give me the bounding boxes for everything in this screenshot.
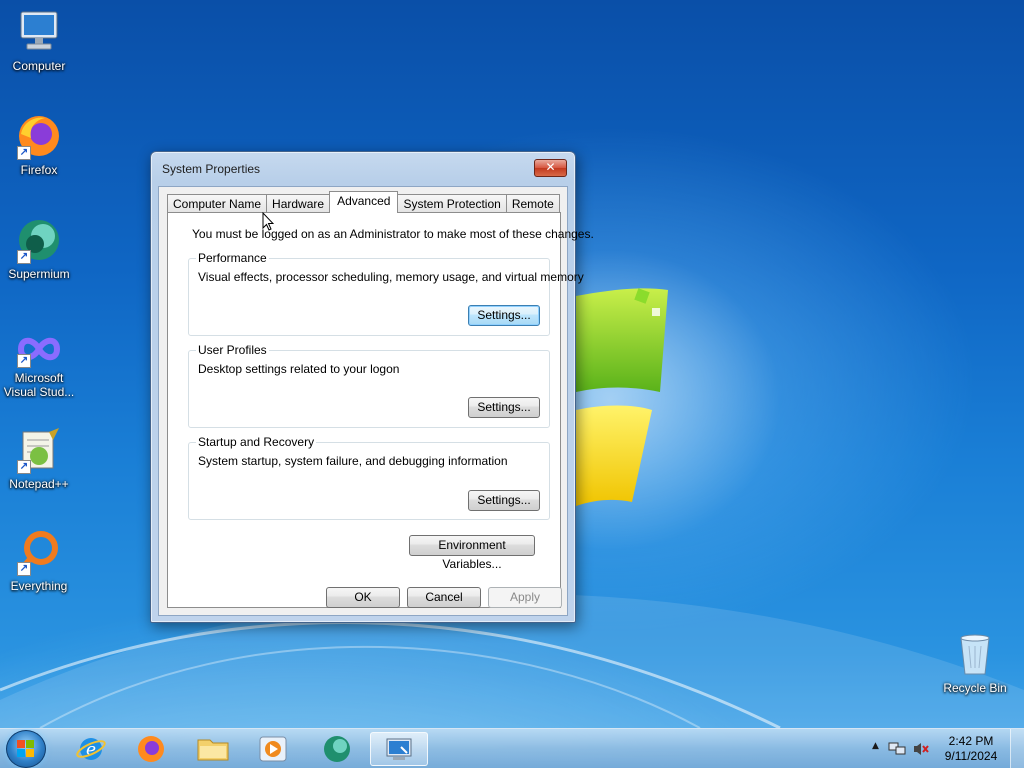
taskbar-firefox[interactable] [124, 732, 178, 766]
start-button[interactable] [6, 730, 46, 768]
shortcut-arrow-icon: ↗ [17, 250, 31, 264]
media-player-icon [259, 736, 287, 762]
shortcut-arrow-icon: ↗ [17, 146, 31, 160]
network-icon[interactable] [888, 741, 906, 757]
tab-computer-name[interactable]: Computer Name [167, 194, 268, 213]
desktop-icon-label: Notepad++ [9, 477, 69, 491]
file-explorer-icon [197, 739, 229, 761]
user-profiles-settings-button[interactable]: Settings... [468, 397, 540, 418]
everything-search-icon: ↗ [15, 528, 63, 576]
taskbar-internet-explorer[interactable]: e [64, 732, 118, 766]
desktop-icon-label: Firefox [20, 163, 58, 177]
internet-explorer-icon: e [76, 738, 106, 760]
startup-recovery-description: System startup, system failure, and debu… [198, 454, 508, 468]
shortcut-arrow-icon: ↗ [17, 460, 31, 474]
desktop-icon-label: Supermium [8, 267, 70, 281]
tab-strip: Computer Name Hardware Advanced System P… [167, 191, 560, 213]
firefox-icon [138, 736, 164, 762]
taskbar-media-player[interactable] [246, 732, 300, 766]
desktop-icon-computer[interactable]: Computer [0, 8, 78, 73]
supermium-icon [324, 736, 350, 762]
apply-button[interactable]: Apply [488, 587, 562, 608]
close-button[interactable]: ✕ [534, 159, 567, 177]
startup-recovery-group: Startup and Recovery System startup, sys… [188, 435, 550, 520]
mouse-cursor-icon [262, 212, 274, 231]
system-tray: ▲ 2:42 PM 9/11/2024 [864, 729, 1024, 768]
desktop-icon-everything[interactable]: ↗ Everything [0, 528, 78, 593]
desktop-icon-firefox[interactable]: ↗ Firefox [0, 112, 78, 177]
desktop-icon-label: Recycle Bin [943, 681, 1007, 695]
computer-icon [15, 8, 63, 56]
advanced-tab-panel: You must be logged on as an Administrato… [167, 212, 594, 608]
desktop-icon-visual-studio[interactable]: ↗ Microsoft Visual Stud... [0, 330, 78, 399]
firefox-icon: ↗ [15, 112, 63, 160]
desktop-icon-label: Computer [12, 59, 66, 73]
close-icon: ✕ [545, 160, 556, 174]
startup-recovery-title: Startup and Recovery [196, 435, 317, 449]
windows-start-icon [17, 740, 34, 757]
taskbar: e ▲ 2:42 PM 9/11/2024 [0, 728, 1024, 768]
system-properties-dialog: System Properties ✕ Computer Name Hardwa… [150, 151, 594, 623]
tab-remote[interactable]: Remote [505, 194, 560, 213]
clock-time: 2:42 PM [948, 734, 994, 748]
admin-note: You must be logged on as an Administrato… [192, 227, 594, 241]
supermium-icon: ↗ [15, 216, 63, 264]
performance-description: Visual effects, processor scheduling, me… [198, 270, 584, 284]
user-profiles-description: Desktop settings related to your logon [198, 362, 400, 376]
tab-advanced[interactable]: Advanced [329, 191, 399, 213]
show-desktop-button[interactable] [1010, 729, 1024, 768]
desktop-icon-notepad-plus-plus[interactable]: ↗ Notepad++ [0, 426, 78, 491]
ok-button[interactable]: OK [326, 587, 400, 608]
performance-settings-button[interactable]: Settings... [468, 305, 540, 326]
visual-studio-icon: ↗ [15, 330, 63, 368]
startup-recovery-settings-button[interactable]: Settings... [468, 490, 540, 511]
user-profiles-group: User Profiles Desktop settings related t… [188, 343, 550, 428]
taskbar-supermium[interactable] [310, 732, 364, 766]
performance-title: Performance [196, 251, 269, 265]
dialog-title: System Properties [162, 162, 261, 176]
desktop-icon-recycle-bin[interactable]: Recycle Bin [936, 630, 1014, 695]
user-profiles-title: User Profiles [196, 343, 269, 357]
taskbar-system-properties[interactable] [370, 732, 428, 766]
taskbar-clock[interactable]: 2:42 PM 9/11/2024 [940, 734, 1002, 764]
show-hidden-icons-button[interactable]: ▲ [872, 741, 879, 751]
cancel-button[interactable]: Cancel [407, 587, 481, 608]
notepad-plus-plus-icon: ↗ [15, 426, 63, 474]
clock-date: 9/11/2024 [944, 749, 998, 763]
dialog-client-area: Computer Name Hardware Advanced System P… [158, 186, 594, 616]
desktop-icon-label: Microsoft Visual Stud... [3, 371, 75, 399]
tab-system-protection[interactable]: System Protection [397, 194, 507, 213]
system-properties-icon [386, 738, 412, 760]
shortcut-arrow-icon: ↗ [17, 354, 31, 368]
desktop-icon-supermium[interactable]: ↗ Supermium [0, 216, 78, 281]
environment-variables-button[interactable]: Environment Variables... [409, 535, 535, 571]
recycle-bin-icon [951, 630, 999, 678]
tab-hardware[interactable]: Hardware [266, 194, 331, 213]
desktop-icon-label: Everything [10, 579, 68, 593]
volume-muted-icon[interactable] [912, 741, 930, 757]
shortcut-arrow-icon: ↗ [17, 562, 31, 576]
taskbar-file-explorer[interactable] [186, 732, 240, 766]
performance-group: Performance Visual effects, processor sc… [188, 251, 584, 336]
